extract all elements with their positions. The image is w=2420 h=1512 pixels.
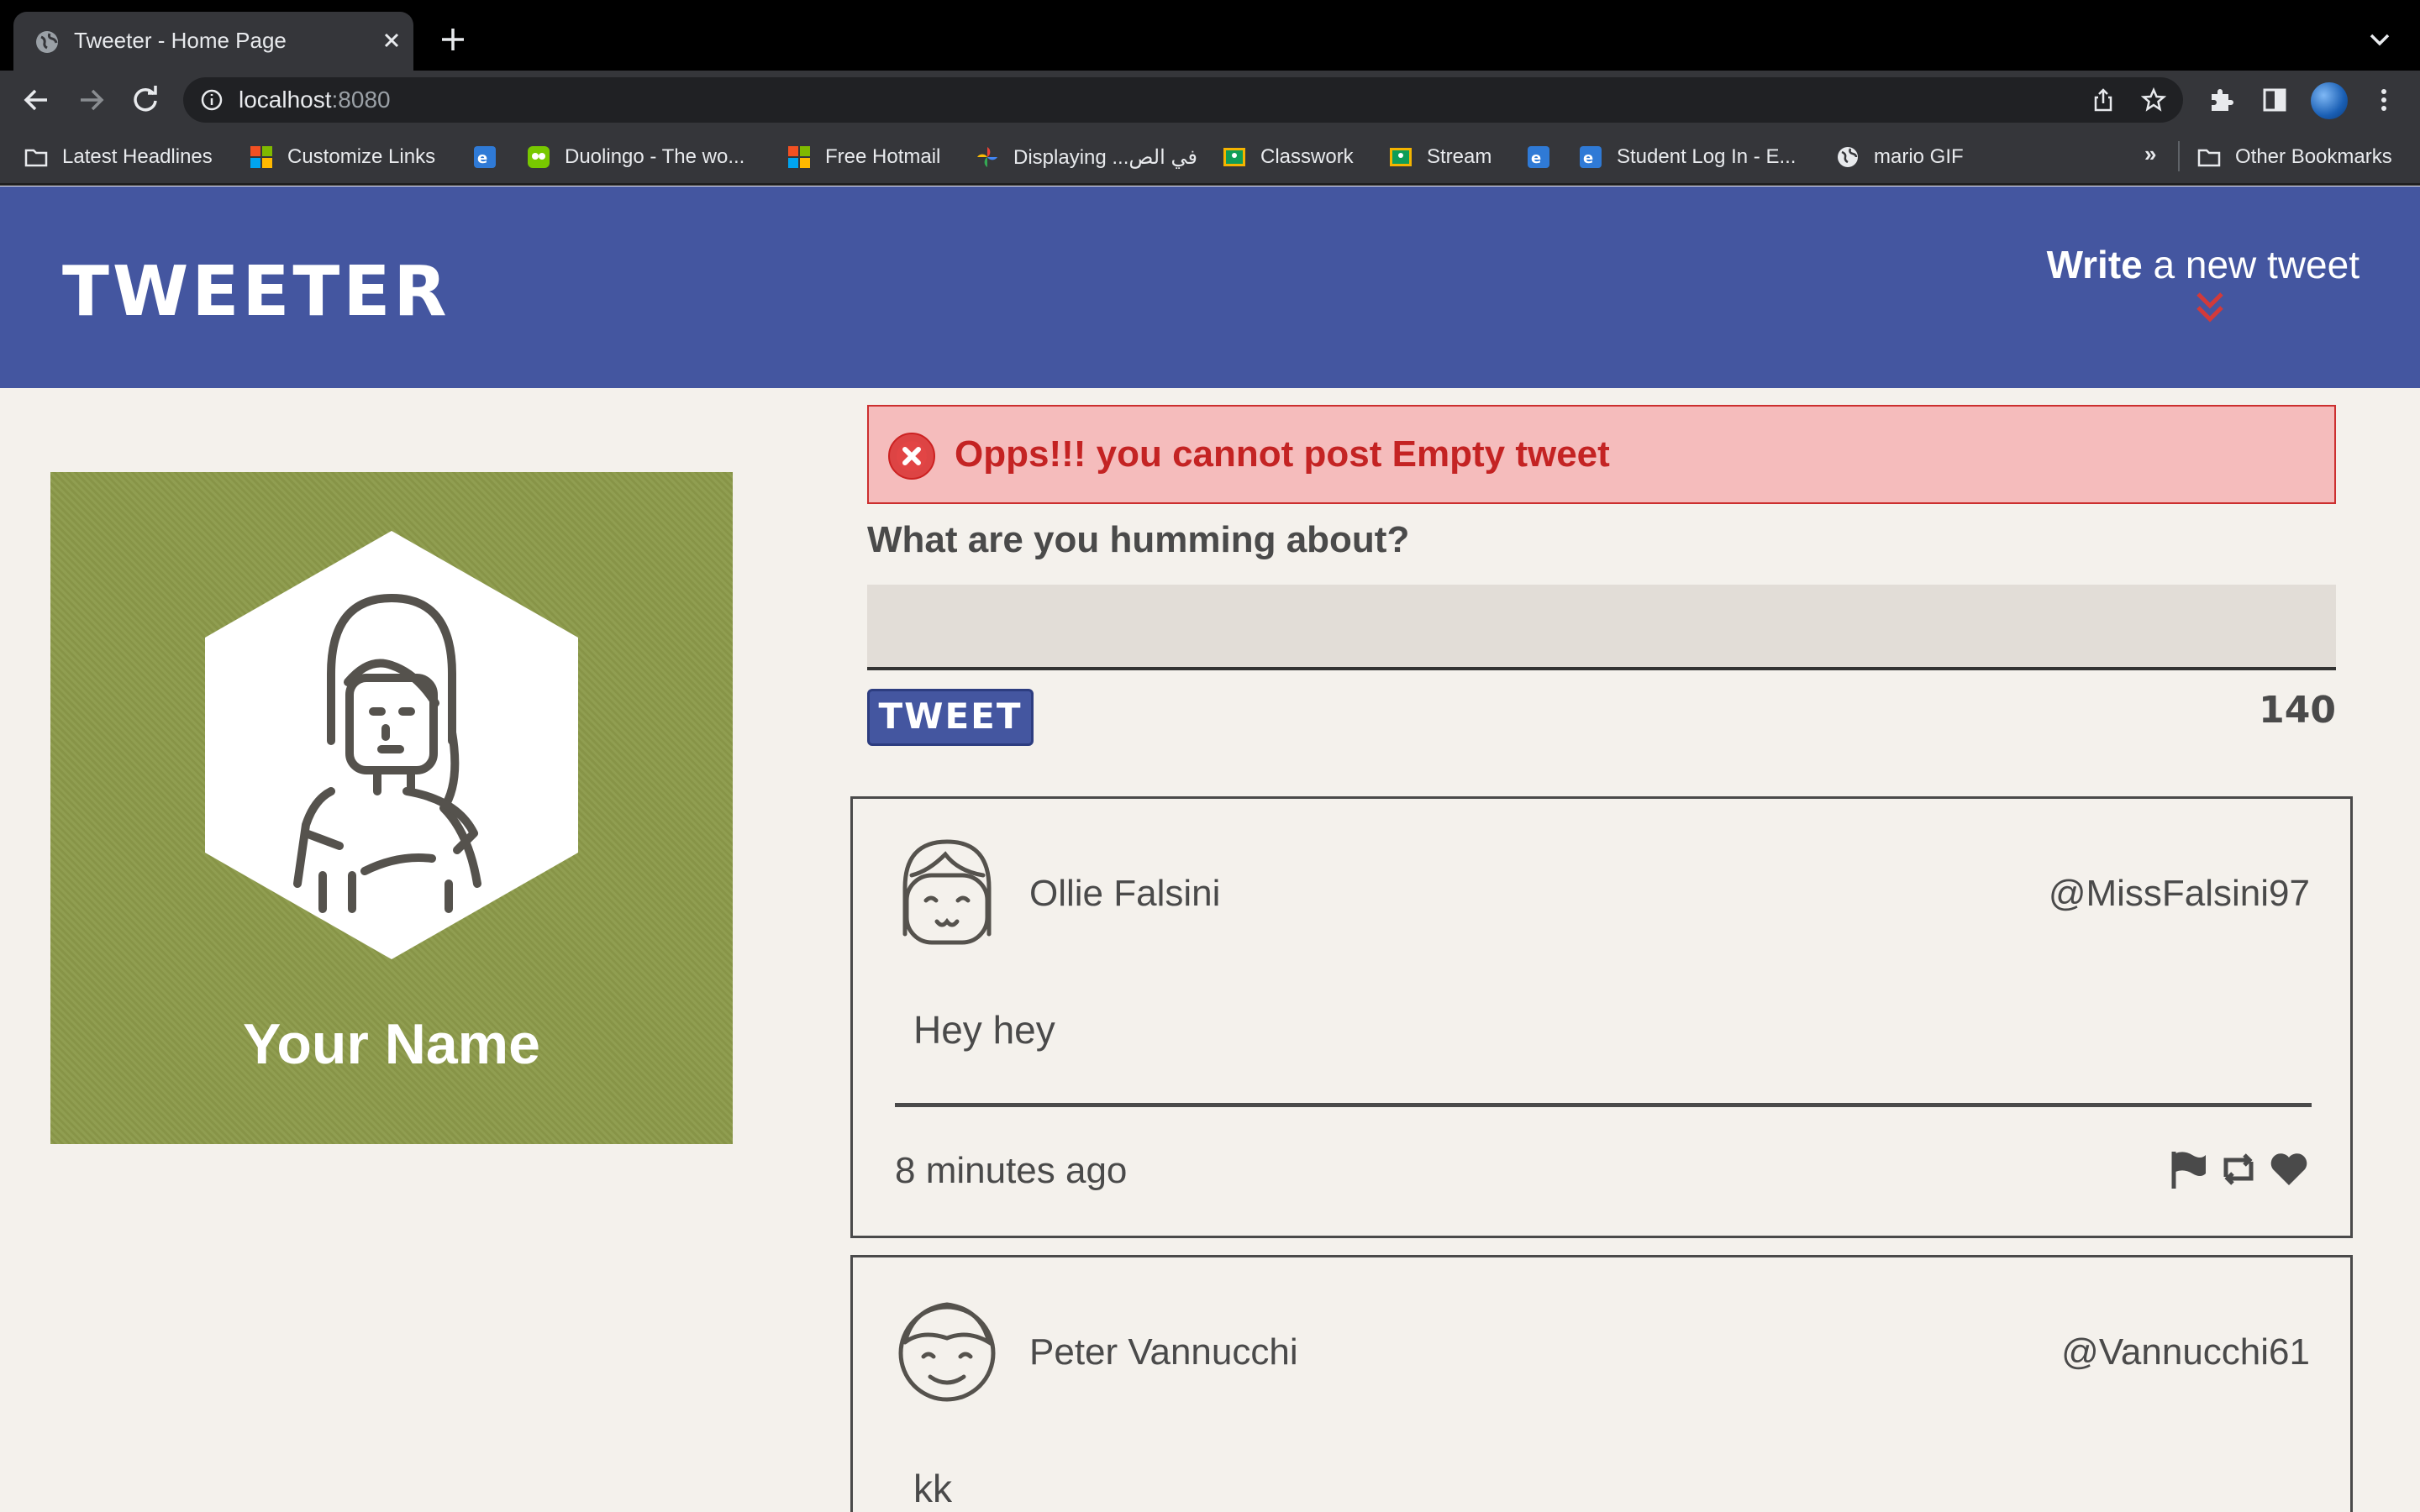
tweet-handle: @MissFalsini97 [2048, 873, 2310, 914]
bookmark-customize-links[interactable]: Customize Links [249, 143, 435, 171]
user-avatar [205, 531, 578, 959]
bookmark-label: Customize Links [287, 145, 436, 168]
tweet-actions [2167, 1148, 2310, 1190]
back-arrow-icon[interactable] [18, 82, 54, 118]
bookmark-label: Student Log In - E... [1617, 145, 1797, 168]
tweet-body: kk [913, 1467, 952, 1510]
extensions-icon[interactable] [2207, 86, 2235, 114]
write-new-tweet-link[interactable]: Write a new tweet [2047, 242, 2360, 287]
error-icon [888, 433, 935, 480]
bookmark-label: Stream [1427, 145, 1492, 168]
bookmarks-divider [2178, 141, 2180, 171]
bookmark-stream[interactable]: Stream [1388, 143, 1491, 171]
user-avatar-icon [898, 1302, 996, 1402]
star-icon[interactable] [2141, 87, 2166, 113]
svg-text:e: e [477, 150, 487, 167]
bookmark-label: Duolingo - The wo... [565, 145, 745, 168]
compose-label: What are you humming about? [867, 519, 1410, 560]
edlink-icon: e [1528, 146, 1549, 168]
retweet-icon[interactable] [2217, 1148, 2260, 1190]
bookmark-label: Other Bookmarks [2235, 145, 2392, 168]
classroom-icon [1390, 148, 1412, 166]
bookmark-displaying[interactable]: Displaying ...في الص [975, 143, 1197, 171]
bookmark-duolingo[interactable]: Duolingo - The wo... [526, 143, 744, 171]
profile-card: Your Name [50, 472, 733, 1144]
site-header: TWEETER Write a new tweet [0, 186, 2420, 388]
tweet-card: Ollie Falsini @MissFalsini97 Hey hey 8 m… [850, 796, 2353, 1238]
new-tab-icon[interactable] [439, 25, 467, 54]
tweet-body: Hey hey [913, 1008, 1055, 1052]
bookmark-student-login[interactable]: e Student Log In - E... [1578, 143, 1796, 171]
profile-avatar[interactable] [2311, 82, 2348, 119]
bookmark-label: Free Hotmail [825, 145, 941, 168]
write-bold: Write [2046, 243, 2143, 286]
svg-text:e: e [1583, 150, 1593, 167]
svg-text:e: e [1531, 150, 1541, 167]
tweet-card: Peter Vannucchi @Vannucchi61 kk [850, 1255, 2353, 1512]
browser-chrome: Tweeter - Home Page localhost:8080 Lates… [0, 0, 2420, 186]
edlink-icon: e [1580, 146, 1602, 168]
folder-icon [2197, 149, 2221, 167]
character-counter: 140 [2259, 689, 2336, 732]
microsoft-icon [250, 146, 272, 168]
tweet-divider [895, 1103, 2312, 1107]
classroom-icon [1223, 148, 1245, 166]
bookmark-label: Classwork [1260, 145, 1354, 168]
bookmark-label: Displaying ...في الص [1013, 145, 1197, 169]
bookmark-free-hotmail[interactable]: Free Hotmail [786, 143, 940, 171]
folder-icon [24, 149, 48, 167]
site-logo[interactable]: TWEETER [62, 252, 450, 332]
tab-title: Tweeter - Home Page [74, 28, 287, 53]
tweet-timestamp: 8 minutes ago [895, 1150, 1128, 1191]
url-text: localhost:8080 [239, 87, 391, 113]
info-icon[interactable] [200, 88, 224, 112]
bookmark-classwork[interactable]: Classwork [1222, 143, 1354, 171]
photos-icon [977, 147, 997, 167]
error-message-box: Opps!!! you cannot post Empty tweet [867, 405, 2336, 504]
heart-icon[interactable] [2268, 1148, 2310, 1190]
bookmark-other-bookmarks[interactable]: Other Bookmarks [2196, 143, 2392, 171]
side-panel-icon[interactable] [2260, 86, 2289, 114]
reload-icon[interactable] [128, 82, 163, 118]
kebab-menu-icon[interactable] [2370, 86, 2398, 114]
bookmark-latest-headlines[interactable]: Latest Headlines [24, 143, 213, 171]
bookmark-edlink-2[interactable]: e [1526, 143, 1565, 171]
error-text: Opps!!! you cannot post Empty tweet [955, 433, 1610, 475]
globe-icon [1838, 147, 1858, 167]
profile-name: Your Name [243, 1012, 540, 1076]
url-host: localhost [239, 87, 332, 113]
browser-toolbar: localhost:8080 [0, 71, 2420, 129]
duolingo-icon [528, 146, 550, 168]
url-port: :8080 [331, 87, 391, 113]
tweet-text-input[interactable] [867, 585, 2336, 670]
bookmark-mario-gif[interactable]: mario GIF [1835, 143, 1964, 171]
bookmark-label: mario GIF [1874, 145, 1964, 168]
tweet-author: Peter Vannucchi [1029, 1331, 1298, 1373]
flag-icon[interactable] [2167, 1148, 2209, 1190]
globe-icon [36, 31, 58, 53]
bookmark-label: Latest Headlines [62, 145, 213, 168]
more-bookmarks-button[interactable]: » [2144, 141, 2156, 167]
microsoft-icon [788, 146, 810, 168]
write-rest: a new tweet [2142, 243, 2360, 286]
address-bar[interactable]: localhost:8080 [183, 77, 2183, 123]
double-chevron-down-icon[interactable] [2193, 289, 2227, 326]
close-icon[interactable] [378, 27, 405, 54]
edlink-icon: e [474, 146, 496, 168]
share-icon[interactable] [2091, 87, 2116, 113]
tweet-submit-button[interactable]: TWEET [867, 689, 1034, 746]
bookmarks-bar: Latest Headlines Customize Links e Duoli… [0, 129, 2420, 185]
chevron-down-icon[interactable] [2366, 29, 2393, 50]
tweet-handle: @Vannucchi61 [2061, 1331, 2310, 1373]
bookmark-edlink-1[interactable]: e [472, 143, 511, 171]
forward-arrow-icon[interactable] [74, 82, 109, 118]
user-avatar-icon [902, 839, 992, 945]
tweet-author: Ollie Falsini [1029, 873, 1221, 914]
tab-tweeter-home[interactable]: Tweeter - Home Page [13, 12, 413, 71]
tab-strip: Tweeter - Home Page [0, 0, 2420, 71]
